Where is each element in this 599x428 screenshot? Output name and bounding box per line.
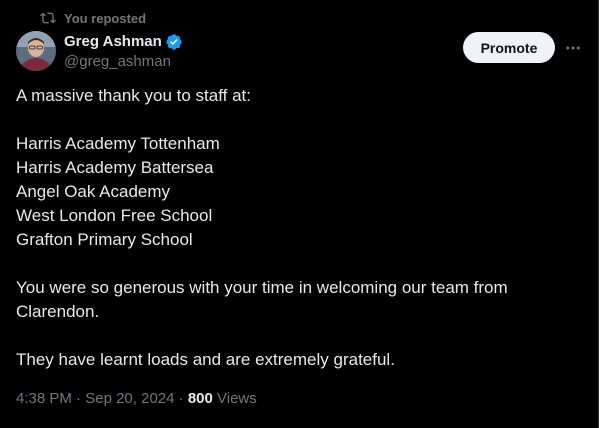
verified-badge-icon[interactable] [165, 33, 183, 51]
tweet-intro: A massive thank you to staff at: [16, 86, 251, 105]
school-line: Angel Oak Academy [16, 182, 171, 201]
avatar-image [16, 31, 56, 71]
author-handle[interactable]: @greg_ashman [64, 52, 183, 72]
school-line: Harris Academy Battersea [16, 158, 214, 177]
tweet-time[interactable]: 4:38 PM [16, 390, 72, 407]
more-button[interactable] [562, 38, 584, 58]
tweet-date[interactable]: Sep 20, 2024 [85, 390, 174, 407]
tweet-paragraph-line: Clarendon. [16, 302, 100, 321]
school-line: Harris Academy Tottenham [16, 134, 220, 153]
school-line: West London Free School [16, 206, 213, 225]
school-line: Grafton Primary School [16, 230, 193, 249]
promote-button[interactable]: Promote [463, 32, 555, 63]
author-name-row[interactable]: Greg Ashman [64, 32, 183, 52]
author-info[interactable]: Greg Ashman @greg_ashman [64, 32, 183, 72]
views-count[interactable]: 800 [188, 390, 213, 407]
repost-indicator[interactable]: You reposted [40, 10, 146, 26]
author-name[interactable]: Greg Ashman [64, 32, 162, 52]
tweet-paragraph-line: You were so generous with your time in w… [16, 278, 508, 297]
meta-separator: · [174, 390, 188, 407]
meta-separator: · [71, 390, 86, 407]
views-label[interactable]: Views [213, 390, 257, 407]
more-icon [566, 46, 580, 50]
tweet-meta: 4:38 PM · Sep 20, 2024 · 800 Views [16, 389, 257, 409]
repost-label: You reposted [64, 10, 147, 26]
avatar[interactable] [16, 31, 56, 71]
tweet-paragraph-line: They have learnt loads and are extremely… [16, 350, 395, 369]
tweet-text: A massive thank you to staff at: Harris … [16, 84, 576, 372]
repost-icon [40, 12, 56, 24]
